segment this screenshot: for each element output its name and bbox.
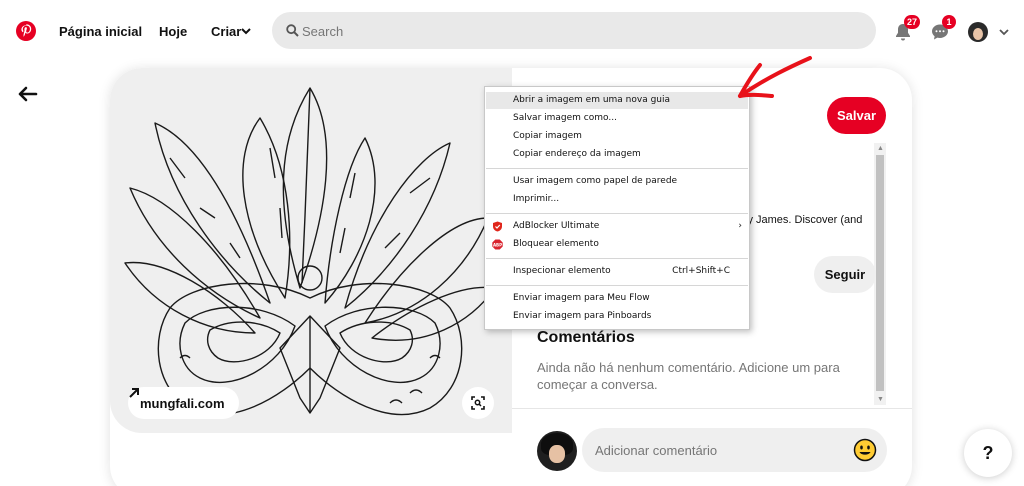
nav-create-menu[interactable]: Criar bbox=[211, 24, 241, 39]
nav-home-link[interactable]: Página inicial bbox=[59, 24, 142, 39]
context-menu: Abrir a imagem em uma nova guia Salvar i… bbox=[484, 86, 750, 330]
shield-icon bbox=[493, 221, 502, 232]
search-bar[interactable] bbox=[272, 12, 876, 49]
menu-item-open-image-new-tab[interactable]: Abrir a imagem em uma nova guia bbox=[486, 92, 748, 109]
menu-item-send-to-my-flow[interactable]: Enviar imagem para Meu Flow bbox=[486, 290, 748, 307]
messages-badge: 1 bbox=[942, 15, 956, 29]
menu-item-inspect-element[interactable]: Inspecionar elemento Ctrl+Shift+C bbox=[486, 263, 748, 280]
scroll-down-icon[interactable]: ▼ bbox=[877, 396, 884, 403]
menu-item-label: Bloquear elemento bbox=[513, 239, 599, 249]
comments-empty-text: Ainda não há nenhum comentário. Adicione… bbox=[537, 360, 840, 392]
scrollbar-thumb[interactable] bbox=[876, 155, 884, 391]
back-arrow-icon[interactable] bbox=[18, 86, 38, 102]
abp-icon: ABP bbox=[492, 239, 503, 250]
menu-item-label: AdBlocker Ultimate bbox=[513, 221, 600, 231]
comment-box[interactable] bbox=[582, 428, 887, 472]
arrow-up-right-icon bbox=[129, 388, 139, 398]
submenu-arrow-icon: › bbox=[738, 221, 742, 231]
carnival-mask-image bbox=[124, 87, 496, 416]
menu-separator bbox=[486, 258, 748, 259]
scroll-up-icon[interactable]: ▲ bbox=[877, 145, 884, 152]
pin-description: erry James. Discover (and bbox=[734, 214, 863, 226]
domain-link-chip[interactable]: mungfali.com bbox=[128, 387, 239, 419]
menu-separator bbox=[486, 168, 748, 169]
top-nav: Página inicial Hoje Criar 27 1 bbox=[0, 0, 1024, 62]
menu-item-copy-image[interactable]: Copiar imagem bbox=[486, 128, 748, 145]
annotation-arrow-icon bbox=[738, 56, 812, 98]
menu-item-set-wallpaper[interactable]: Usar imagem como papel de parede bbox=[486, 173, 748, 190]
emoji-icon[interactable] bbox=[853, 438, 877, 462]
comment-input[interactable] bbox=[595, 440, 835, 460]
menu-item-save-image-as[interactable]: Salvar imagem como... bbox=[486, 110, 748, 127]
visual-search-button[interactable] bbox=[462, 387, 494, 419]
pinterest-logo-icon[interactable] bbox=[16, 21, 36, 41]
lens-icon bbox=[471, 396, 485, 410]
user-avatar bbox=[537, 431, 577, 471]
svg-text:ABP: ABP bbox=[493, 242, 502, 247]
pin-image[interactable]: mungfali.com bbox=[110, 68, 512, 433]
domain-link-label: mungfali.com bbox=[140, 395, 225, 411]
menu-item-send-to-pinboards[interactable]: Enviar imagem para Pinboards bbox=[486, 308, 748, 325]
notifications-badge: 27 bbox=[904, 15, 921, 29]
chevron-down-icon[interactable] bbox=[998, 26, 1010, 38]
menu-separator bbox=[486, 213, 748, 214]
follow-button[interactable]: Seguir bbox=[814, 256, 876, 293]
menu-item-print[interactable]: Imprimir... bbox=[486, 191, 748, 208]
divider bbox=[512, 408, 912, 409]
profile-avatar[interactable] bbox=[968, 22, 988, 42]
save-button[interactable]: Salvar bbox=[827, 97, 886, 134]
help-button[interactable]: ? bbox=[964, 429, 1012, 477]
search-icon bbox=[286, 24, 299, 37]
comments-heading: Comentários bbox=[537, 329, 635, 346]
menu-shortcut: Ctrl+Shift+C bbox=[672, 266, 730, 276]
menu-item-adblocker-ultimate[interactable]: AdBlocker Ultimate › bbox=[486, 218, 748, 235]
menu-item-label: Inspecionar elemento bbox=[513, 266, 611, 276]
search-input[interactable] bbox=[302, 21, 842, 41]
menu-item-copy-image-address[interactable]: Copiar endereço da imagem bbox=[486, 146, 748, 163]
menu-separator bbox=[486, 285, 748, 286]
menu-item-block-element[interactable]: ABP Bloquear elemento bbox=[486, 236, 748, 253]
chevron-down-icon[interactable] bbox=[240, 25, 252, 37]
nav-today-link[interactable]: Hoje bbox=[159, 24, 187, 39]
